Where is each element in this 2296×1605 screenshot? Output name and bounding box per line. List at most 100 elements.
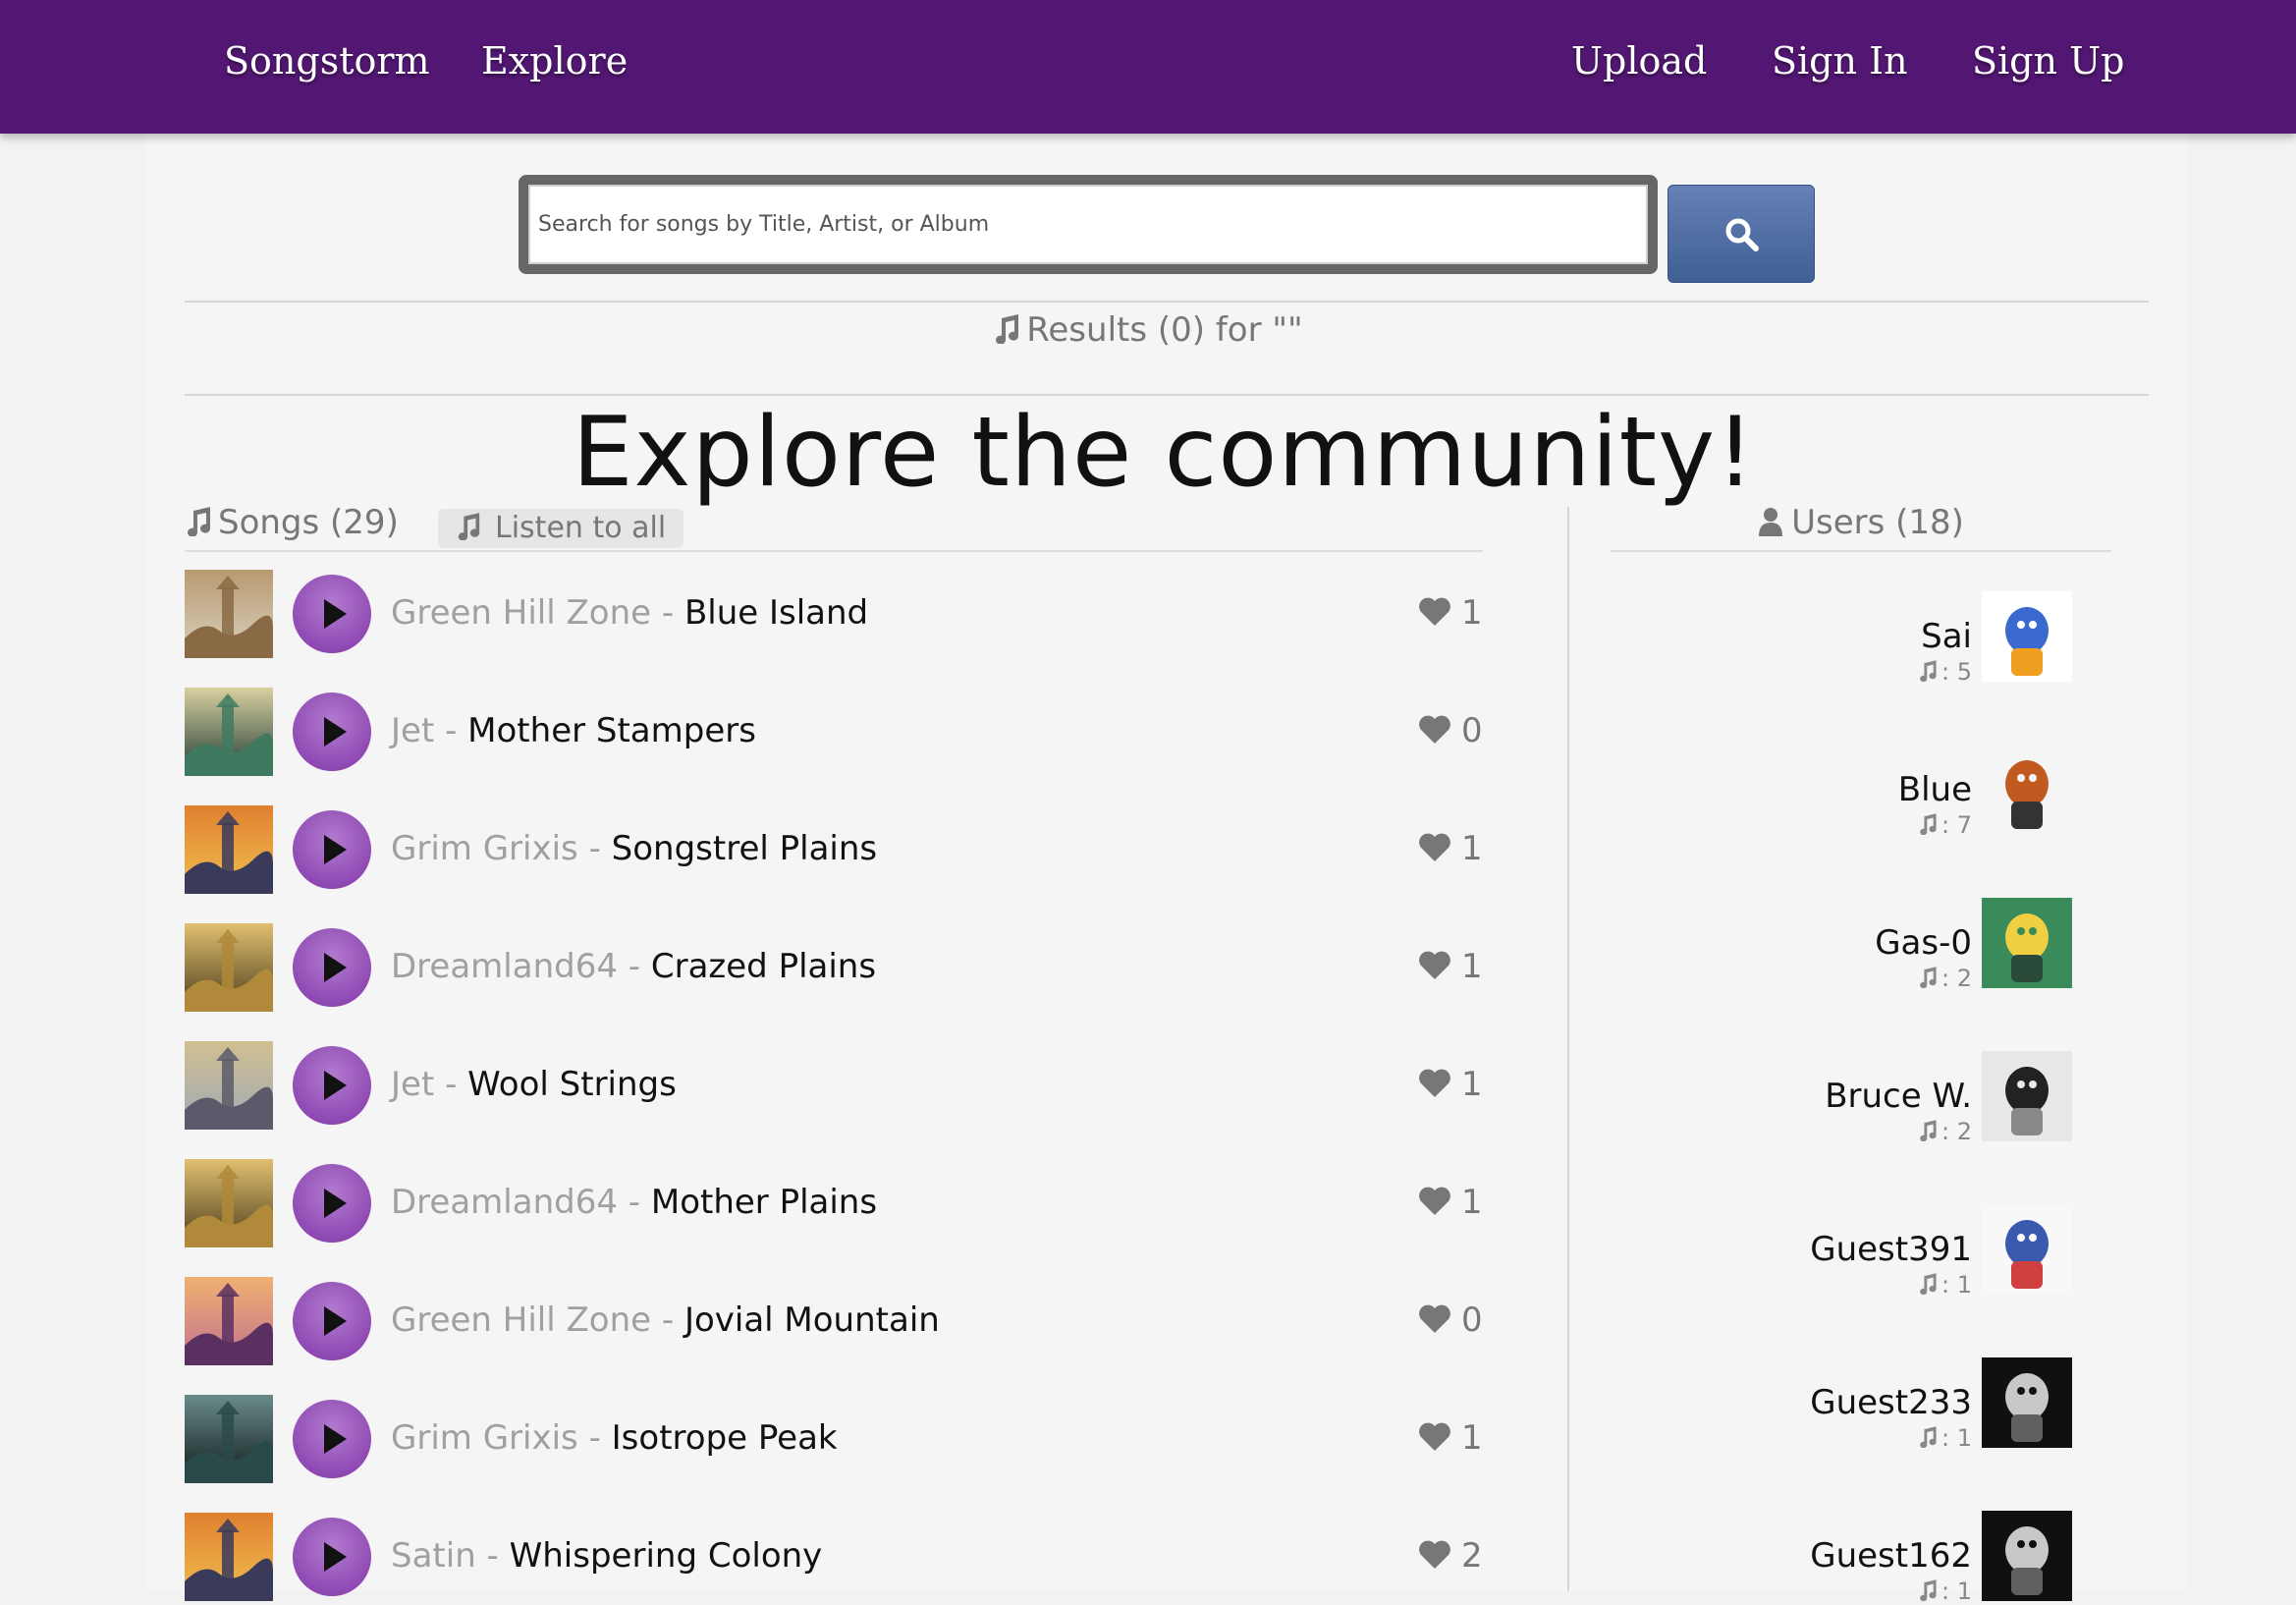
song-artist[interactable]: Green Hill Zone <box>391 1301 651 1340</box>
results-text: Results (0) for "" <box>1026 310 1303 350</box>
album-art-thumbnail[interactable] <box>185 1513 273 1601</box>
user-song-count-value: : 1 <box>1941 1577 1972 1605</box>
music-note-icon <box>1920 660 1937 683</box>
album-art-thumbnail[interactable] <box>185 1395 273 1483</box>
song-title[interactable]: Isotrope Peak <box>612 1418 838 1458</box>
sign-in-link[interactable]: Sign In <box>1772 39 1908 83</box>
song-artist[interactable]: Grim Grixis <box>391 1418 578 1458</box>
user-song-count-value: : 1 <box>1941 1271 1972 1299</box>
heart-icon[interactable] <box>1418 597 1451 627</box>
album-art-thumbnail[interactable] <box>185 923 273 1012</box>
song-title[interactable]: Wool Strings <box>467 1065 677 1104</box>
user-name[interactable]: Gas-0 <box>1875 923 1972 963</box>
search-input[interactable] <box>528 185 1648 264</box>
album-art-thumbnail[interactable] <box>185 1159 273 1247</box>
user-name[interactable]: Bruce W. <box>1825 1077 1972 1116</box>
avatar[interactable] <box>1982 1357 2072 1448</box>
listen-to-all-button[interactable]: Listen to all <box>438 509 684 548</box>
album-art-thumbnail[interactable] <box>185 805 273 894</box>
album-art-thumbnail[interactable] <box>185 688 273 776</box>
top-navbar: Songstorm Explore Upload Sign In Sign Up <box>0 0 2296 134</box>
album-art-thumbnail[interactable] <box>185 570 273 658</box>
search-icon <box>1725 218 1759 251</box>
play-button[interactable] <box>293 1400 371 1478</box>
song-title[interactable]: Blue Island <box>684 593 868 633</box>
heart-icon[interactable] <box>1418 951 1451 980</box>
avatar[interactable] <box>1982 745 2072 835</box>
user-name[interactable]: Sai <box>1921 617 1972 656</box>
music-note-icon <box>1920 967 1937 989</box>
song-separator: - <box>434 711 468 750</box>
song-artist[interactable]: Dreamland64 <box>391 1183 618 1222</box>
user-song-count: : 2 <box>1918 965 1972 992</box>
search-button[interactable] <box>1667 185 1815 283</box>
user-row[interactable]: Guest233: 1 <box>1611 1357 2072 1452</box>
heart-icon[interactable] <box>1418 833 1451 862</box>
heart-icon[interactable] <box>1418 1540 1451 1570</box>
divider-top <box>185 301 2149 303</box>
play-button[interactable] <box>293 1046 371 1125</box>
heart-icon[interactable] <box>1418 1069 1451 1098</box>
user-song-count: : 7 <box>1918 811 1972 839</box>
user-song-count-value: : 2 <box>1941 965 1972 992</box>
song-label: Dreamland64 - Mother Plains <box>391 1183 877 1222</box>
play-button[interactable] <box>293 692 371 771</box>
avatar[interactable] <box>1982 1511 2072 1601</box>
brand-link[interactable]: Songstorm <box>224 39 430 83</box>
like-count: 1 <box>1418 829 1483 868</box>
heart-icon[interactable] <box>1418 1187 1451 1216</box>
user-name[interactable]: Guest233 <box>1810 1383 1972 1422</box>
upload-link[interactable]: Upload <box>1571 39 1707 83</box>
song-artist[interactable]: Dreamland64 <box>391 947 618 986</box>
song-title[interactable]: Crazed Plains <box>651 947 876 986</box>
song-artist[interactable]: Jet <box>391 711 434 750</box>
user-row[interactable]: Guest391: 1 <box>1611 1204 2072 1299</box>
play-button[interactable] <box>293 1282 371 1360</box>
heart-icon[interactable] <box>1418 1304 1451 1334</box>
play-button[interactable] <box>293 810 371 889</box>
song-title[interactable]: Jovial Mountain <box>684 1301 940 1340</box>
song-title[interactable]: Mother Plains <box>651 1183 877 1222</box>
song-artist[interactable]: Jet <box>391 1065 434 1104</box>
user-row[interactable]: Bruce W.: 2 <box>1611 1051 2072 1145</box>
like-count-value: 1 <box>1461 1418 1483 1458</box>
user-row[interactable]: Gas-0: 2 <box>1611 898 2072 992</box>
like-count: 1 <box>1418 1183 1483 1222</box>
user-row[interactable]: Guest162: 1 <box>1611 1511 2072 1605</box>
play-button[interactable] <box>293 1164 371 1243</box>
avatar[interactable] <box>1982 591 2072 682</box>
user-row[interactable]: Blue: 7 <box>1611 745 2072 839</box>
users-count: Users (18) <box>1791 503 1964 542</box>
song-label: Satin - Whispering Colony <box>391 1536 822 1576</box>
avatar[interactable] <box>1982 1204 2072 1295</box>
music-note-icon <box>1920 813 1937 836</box>
play-button[interactable] <box>293 575 371 653</box>
user-icon <box>1759 508 1783 536</box>
user-name[interactable]: Guest162 <box>1810 1536 1972 1576</box>
avatar[interactable] <box>1982 1051 2072 1141</box>
song-title[interactable]: Songstrel Plains <box>612 829 877 868</box>
song-title[interactable]: Whispering Colony <box>510 1536 823 1576</box>
heart-icon[interactable] <box>1418 715 1451 745</box>
play-button[interactable] <box>293 1518 371 1596</box>
play-icon <box>324 717 347 747</box>
song-artist[interactable]: Grim Grixis <box>391 829 578 868</box>
like-count-value: 0 <box>1461 711 1483 750</box>
avatar[interactable] <box>1982 898 2072 988</box>
user-row[interactable]: Sai: 5 <box>1611 591 2072 686</box>
song-row: Green Hill Zone - Jovial Mountain 0 <box>185 1277 1483 1365</box>
song-artist[interactable]: Satin <box>391 1536 476 1576</box>
user-song-count: : 5 <box>1918 658 1972 686</box>
user-name[interactable]: Blue <box>1898 770 1972 809</box>
user-name[interactable]: Guest391 <box>1810 1230 1972 1269</box>
song-artist[interactable]: Green Hill Zone <box>391 593 651 633</box>
play-button[interactable] <box>293 928 371 1007</box>
explore-link[interactable]: Explore <box>481 39 628 83</box>
song-row: Grim Grixis - Songstrel Plains 1 <box>185 805 1483 894</box>
song-title[interactable]: Mother Stampers <box>467 711 756 750</box>
album-art-thumbnail[interactable] <box>185 1277 273 1365</box>
music-note-icon <box>458 513 480 541</box>
heart-icon[interactable] <box>1418 1422 1451 1452</box>
sign-up-link[interactable]: Sign Up <box>1972 39 2124 83</box>
album-art-thumbnail[interactable] <box>185 1041 273 1130</box>
